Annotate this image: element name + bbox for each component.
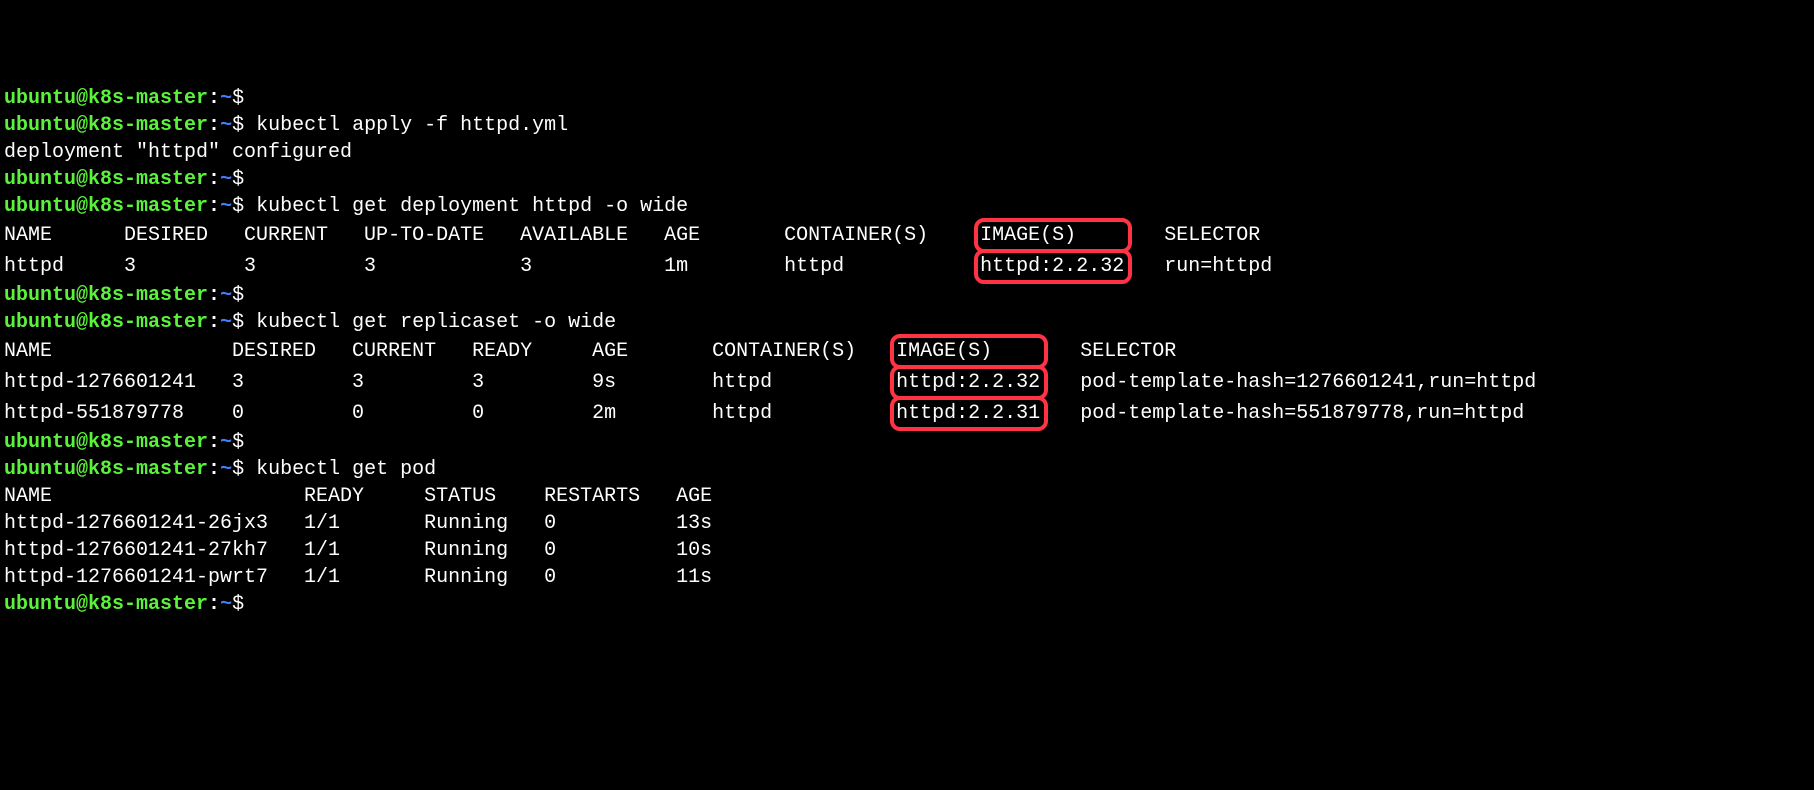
prompt-dollar: $ (232, 593, 256, 616)
prompt-sep: : (208, 284, 220, 307)
prompt-path: ~ (220, 431, 232, 454)
cmd-get-rs[interactable]: kubectl get replicaset -o wide (256, 311, 616, 334)
rs-row2-image: httpd:2.2.31 (896, 402, 1040, 425)
rs-row1-b: pod-template-hash=1276601241,run=httpd (1044, 371, 1536, 394)
prompt-dollar: $ (232, 87, 256, 110)
prompt-path: ~ (220, 311, 232, 334)
rs-header-b: SELECTOR (1044, 340, 1176, 363)
prompt-sep: : (208, 114, 220, 137)
prompt-sep: : (208, 87, 220, 110)
output-apply: deployment "httpd" configured (4, 141, 352, 164)
deploy-header-b: SELECTOR (1128, 224, 1260, 247)
cmd-get-pod[interactable]: kubectl get pod (256, 458, 436, 481)
highlight-rs-image2: httpd:2.2.31 (890, 396, 1048, 431)
prompt-path: ~ (220, 114, 232, 137)
prompt-sep: : (208, 458, 220, 481)
prompt-sep: : (208, 195, 220, 218)
prompt-sep: : (208, 168, 220, 191)
deploy-header-images: IMAGE(S) (980, 224, 1124, 247)
prompt-dollar: $ (232, 458, 256, 481)
prompt-path: ~ (220, 593, 232, 616)
deploy-row-a: httpd 3 3 3 3 1m httpd (4, 255, 976, 278)
prompt-user: ubuntu@k8s-master (4, 195, 208, 218)
prompt-user: ubuntu@k8s-master (4, 87, 208, 110)
prompt-dollar: $ (232, 114, 256, 137)
highlight-rs-image1: httpd:2.2.32 (890, 365, 1048, 400)
prompt-user: ubuntu@k8s-master (4, 168, 208, 191)
prompt-path: ~ (220, 195, 232, 218)
cmd-get-deploy[interactable]: kubectl get deployment httpd -o wide (256, 195, 688, 218)
prompt-sep: : (208, 431, 220, 454)
prompt-user: ubuntu@k8s-master (4, 593, 208, 616)
highlight-deploy-images-header: IMAGE(S) (974, 218, 1132, 253)
prompt-user: ubuntu@k8s-master (4, 311, 208, 334)
cmd-apply[interactable]: kubectl apply -f httpd.yml (256, 114, 568, 137)
rs-row2-b: pod-template-hash=551879778,run=httpd (1044, 402, 1524, 425)
rs-row2-a: httpd-551879778 0 0 0 2m httpd (4, 402, 892, 425)
pod-header: NAME READY STATUS RESTARTS AGE (4, 485, 712, 508)
prompt-user: ubuntu@k8s-master (4, 114, 208, 137)
pod-row1: httpd-1276601241-26jx3 1/1 Running 0 13s (4, 512, 712, 535)
rs-row1-image: httpd:2.2.32 (896, 371, 1040, 394)
prompt-path: ~ (220, 284, 232, 307)
prompt-dollar: $ (232, 195, 256, 218)
prompt-user: ubuntu@k8s-master (4, 431, 208, 454)
prompt-dollar: $ (232, 431, 256, 454)
pod-row3: httpd-1276601241-pwrt7 1/1 Running 0 11s (4, 566, 712, 589)
deploy-row-image: httpd:2.2.32 (980, 255, 1124, 278)
highlight-rs-images-header: IMAGE(S) (890, 334, 1048, 369)
prompt-sep: : (208, 311, 220, 334)
prompt-path: ~ (220, 168, 232, 191)
prompt-path: ~ (220, 458, 232, 481)
terminal-window[interactable]: ubuntu@k8s-master:~$ ubuntu@k8s-master:~… (0, 54, 1814, 628)
prompt-dollar: $ (232, 168, 256, 191)
rs-header-a: NAME DESIRED CURRENT READY AGE CONTAINER… (4, 340, 892, 363)
rs-row1-a: httpd-1276601241 3 3 3 9s httpd (4, 371, 892, 394)
prompt-sep: : (208, 593, 220, 616)
prompt-user: ubuntu@k8s-master (4, 458, 208, 481)
pod-row2: httpd-1276601241-27kh7 1/1 Running 0 10s (4, 539, 712, 562)
prompt-dollar: $ (232, 284, 256, 307)
deploy-header-a: NAME DESIRED CURRENT UP-TO-DATE AVAILABL… (4, 224, 976, 247)
prompt-user: ubuntu@k8s-master (4, 284, 208, 307)
deploy-row-b: run=httpd (1128, 255, 1272, 278)
prompt-dollar: $ (232, 311, 256, 334)
rs-header-images: IMAGE(S) (896, 340, 1040, 363)
highlight-deploy-image-value: httpd:2.2.32 (974, 249, 1132, 284)
prompt-path: ~ (220, 87, 232, 110)
